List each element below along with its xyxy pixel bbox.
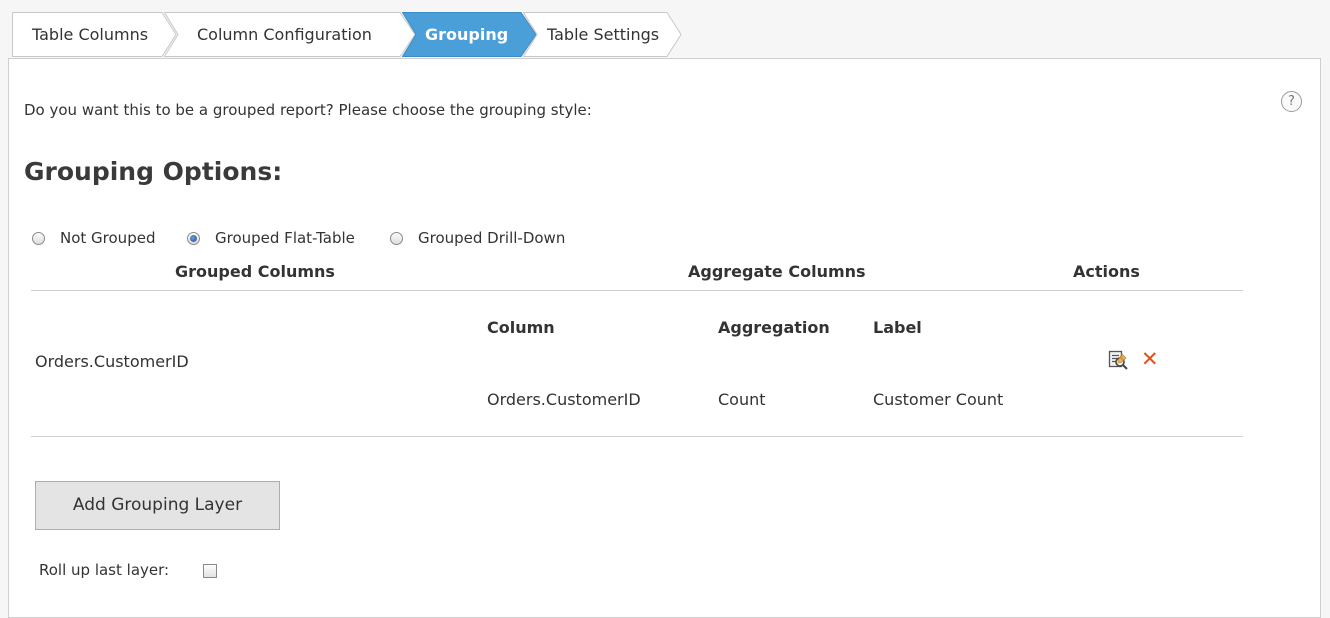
step-table-columns[interactable]: Table Columns bbox=[12, 12, 177, 57]
radio-not-grouped[interactable]: Not Grouped bbox=[32, 229, 155, 247]
header-actions: Actions bbox=[1073, 262, 1140, 281]
rollup-label: Roll up last layer: bbox=[39, 561, 170, 579]
edit-icon[interactable] bbox=[1108, 350, 1128, 370]
radio-label: Not Grouped bbox=[60, 229, 156, 247]
subheader-aggregation: Aggregation bbox=[718, 318, 830, 337]
subheader-label: Label bbox=[873, 318, 922, 337]
header-aggregate-columns: Aggregate Columns bbox=[688, 262, 866, 281]
radio-button[interactable] bbox=[390, 231, 403, 245]
step-label: Table Settings bbox=[547, 25, 660, 44]
intro-text: Do you want this to be a grouped report?… bbox=[24, 101, 592, 119]
radio-button[interactable] bbox=[32, 231, 45, 245]
table-divider bbox=[31, 436, 1243, 437]
delete-icon[interactable]: ✕ bbox=[1141, 347, 1159, 371]
step-label: Grouping bbox=[425, 25, 509, 44]
step-label: Column Configuration bbox=[197, 25, 372, 44]
grouped-column-value: Orders.CustomerID bbox=[35, 352, 189, 371]
header-grouped-columns: Grouped Columns bbox=[175, 262, 335, 281]
step-table-settings[interactable]: Table Settings bbox=[523, 12, 683, 57]
radio-grouped-drill-down[interactable]: Grouped Drill-Down bbox=[390, 229, 565, 247]
table-divider bbox=[31, 290, 1243, 291]
step-column-configuration[interactable]: Column Configuration bbox=[164, 12, 416, 57]
aggregate-column-value: Orders.CustomerID bbox=[487, 390, 641, 409]
step-grouping[interactable]: Grouping bbox=[402, 12, 538, 57]
section-title: Grouping Options: bbox=[24, 157, 283, 186]
radio-button-selected[interactable] bbox=[187, 231, 200, 245]
radio-label: Grouped Flat-Table bbox=[215, 229, 355, 247]
help-icon[interactable]: ? bbox=[1281, 91, 1302, 112]
aggregation-value: Count bbox=[718, 390, 766, 409]
subheader-column: Column bbox=[487, 318, 555, 337]
step-label: Table Columns bbox=[32, 25, 149, 44]
add-grouping-layer-button[interactable]: Add Grouping Layer bbox=[35, 481, 280, 530]
radio-grouped-flat-table[interactable]: Grouped Flat-Table bbox=[187, 229, 355, 247]
label-value: Customer Count bbox=[873, 390, 1004, 409]
grouping-panel bbox=[8, 58, 1321, 618]
rollup-checkbox[interactable] bbox=[203, 564, 217, 578]
radio-label: Grouped Drill-Down bbox=[418, 229, 566, 247]
